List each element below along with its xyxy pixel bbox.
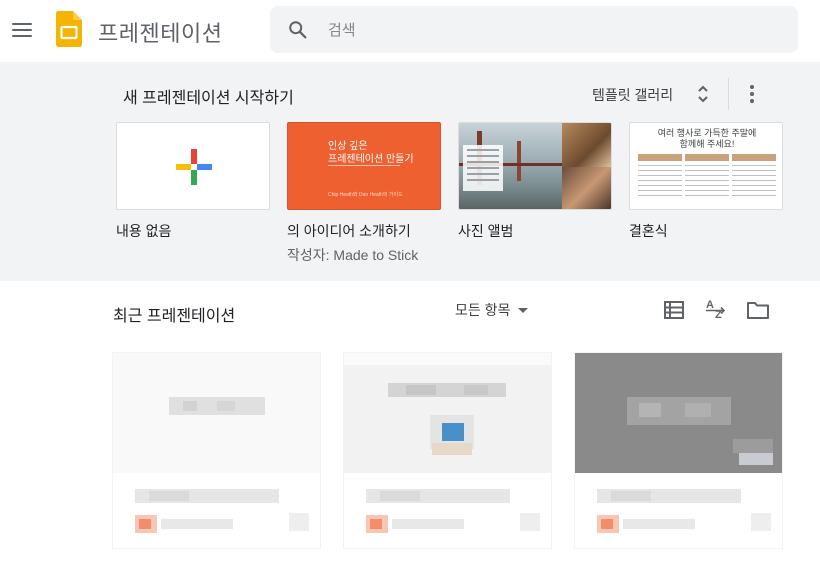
template-photo-album[interactable]: 사진 앨범: [458, 122, 612, 241]
unfold-more-icon: [698, 85, 708, 103]
photo-caption-box: [463, 145, 503, 191]
gallery-more-button[interactable]: [740, 81, 764, 107]
svg-text:A: A: [706, 299, 714, 311]
bridge-photo: [459, 123, 562, 209]
presentation-thumbnail[interactable]: [575, 353, 782, 473]
template-thumbnail[interactable]: 여러 행사로 가득한 주말에 함께해 주세요!: [629, 122, 783, 210]
list-view-icon: [664, 301, 684, 319]
album-photo: [562, 123, 611, 167]
app-header: 프레젠테이션: [0, 0, 820, 62]
gallery-title: 새 프레젠테이션 시작하기: [123, 90, 294, 107]
main-menu-button[interactable]: [8, 14, 36, 44]
template-name: 사진 앨범: [458, 223, 514, 239]
presentation-thumbnail[interactable]: [344, 353, 551, 473]
open-file-picker-button[interactable]: [745, 297, 771, 323]
list-view-button[interactable]: [662, 298, 686, 322]
recent-presentation-card[interactable]: [343, 352, 552, 549]
template-thumbnail[interactable]: [116, 122, 270, 210]
recent-presentation-card[interactable]: [112, 352, 321, 549]
template-name: 의 아이디어 소개하기: [287, 223, 411, 239]
recent-presentation-card[interactable]: [574, 352, 783, 549]
presentation-thumbnail[interactable]: [113, 353, 320, 473]
plus-icon: [176, 149, 212, 185]
thumbnail-text: 프레젠테이션 만들기: [328, 154, 414, 165]
owner-filter-dropdown[interactable]: 모든 항목: [455, 300, 529, 322]
template-gallery: 새 프레젠테이션 시작하기 템플릿 갤러리 내용 없음 인상 깊은 프레젠테이션…: [0, 62, 820, 281]
template-thumbnail[interactable]: [458, 122, 612, 210]
template-thumbnail[interactable]: 인상 깊은 프레젠테이션 만들기 Chip Heath와 Dan Heath의 …: [287, 122, 441, 210]
hamburger-menu-icon: [12, 23, 32, 25]
thumbnail-divider: [328, 165, 400, 166]
owner-filter-label: 모든 항목: [455, 302, 511, 318]
template-blank[interactable]: 내용 없음: [116, 122, 270, 241]
search-bar[interactable]: [270, 6, 798, 53]
folder-icon: [747, 302, 769, 319]
sort-button[interactable]: A Z: [703, 297, 729, 323]
search-input[interactable]: [328, 17, 768, 43]
more-vert-icon: [750, 85, 754, 89]
dropdown-caret-icon: [518, 308, 529, 313]
sort-az-icon: A Z: [706, 299, 726, 321]
template-pitch[interactable]: 인상 깊은 프레젠테이션 만들기 Chip Heath와 Dan Heath의 …: [287, 122, 441, 265]
presentation-info: [113, 473, 320, 548]
search-icon[interactable]: [287, 19, 309, 41]
slides-logo-icon[interactable]: [56, 11, 82, 52]
album-photo: [562, 167, 611, 209]
template-name: 내용 없음: [116, 223, 172, 239]
toolbar-divider: [728, 78, 729, 110]
recent-title: 최근 프레젠테이션: [113, 308, 236, 325]
thumbnail-text: 함께해 주세요!: [679, 139, 735, 149]
thumbnail-footer: Chip Heath와 Dan Heath의 가이드: [328, 192, 403, 198]
template-gallery-label: 템플릿 갤러리: [592, 87, 674, 103]
template-wedding[interactable]: 여러 행사로 가득한 주말에 함께해 주세요! 결혼식: [629, 122, 783, 241]
app-title[interactable]: 프레젠테이션: [98, 16, 222, 48]
template-author: 작성자: Made to Stick: [287, 247, 419, 263]
presentation-info: [344, 473, 551, 548]
presentation-info: [575, 473, 782, 548]
template-name: 결혼식: [629, 223, 668, 239]
